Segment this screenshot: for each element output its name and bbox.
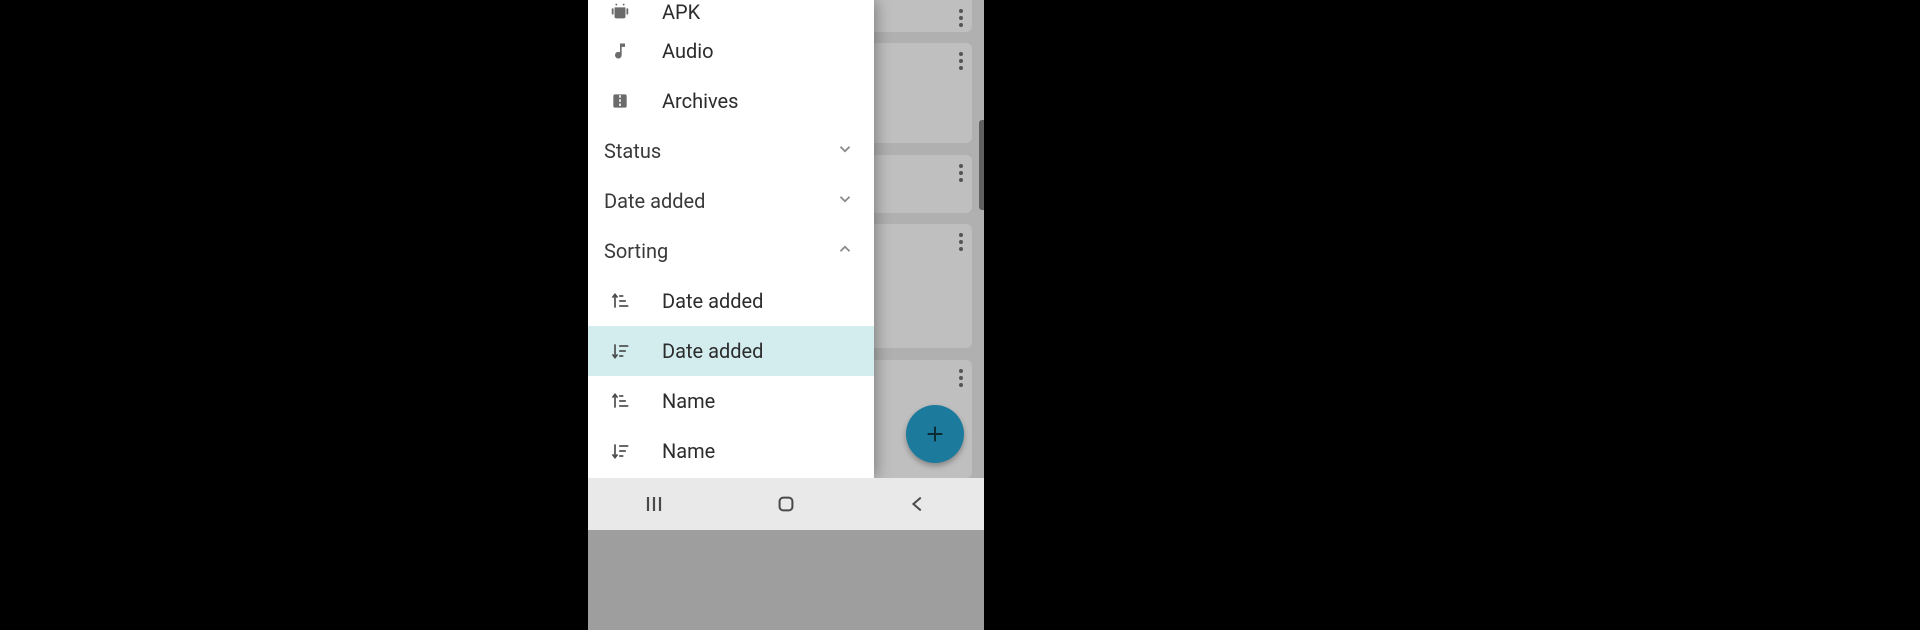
- more-vert-icon[interactable]: [959, 6, 963, 30]
- sort-option-label: Name: [662, 389, 715, 413]
- fab-add-button[interactable]: [906, 405, 964, 463]
- sort-option-label: Name: [662, 439, 715, 463]
- nav-back-button[interactable]: [898, 484, 938, 524]
- back-icon: [907, 493, 929, 515]
- more-vert-icon[interactable]: [959, 161, 963, 185]
- nav-home-button[interactable]: [766, 484, 806, 524]
- more-vert-icon[interactable]: [959, 366, 963, 390]
- archive-icon: [608, 91, 632, 111]
- chevron-up-icon: [836, 240, 854, 262]
- filter-item-archives[interactable]: Archives: [588, 76, 874, 126]
- sort-descending-icon: [608, 441, 632, 461]
- section-sorting[interactable]: Sorting: [588, 226, 874, 276]
- section-status[interactable]: Status: [588, 126, 874, 176]
- filter-item-audio[interactable]: Audio: [588, 26, 874, 76]
- sort-option-date-added-asc[interactable]: Date added: [588, 276, 874, 326]
- filter-item-apk[interactable]: APK: [588, 0, 874, 26]
- home-icon: [775, 493, 797, 515]
- sort-descending-icon: [608, 341, 632, 361]
- section-date-added[interactable]: Date added: [588, 176, 874, 226]
- music-note-icon: [608, 41, 632, 61]
- more-vert-icon[interactable]: [959, 230, 963, 254]
- android-icon: [608, 0, 632, 22]
- filter-label: Archives: [662, 89, 738, 113]
- chevron-down-icon: [836, 140, 854, 162]
- android-nav-bar: [588, 478, 984, 530]
- sort-ascending-icon: [608, 291, 632, 311]
- nav-recents-button[interactable]: [634, 484, 674, 524]
- more-vert-icon[interactable]: [959, 49, 963, 73]
- sort-option-name-asc[interactable]: Name: [588, 376, 874, 426]
- sort-option-label: Date added: [662, 339, 763, 363]
- filter-label: Audio: [662, 39, 714, 63]
- filter-label: APK: [662, 0, 700, 24]
- sort-option-name-desc[interactable]: Name: [588, 426, 874, 476]
- sort-option-label: Date added: [662, 289, 763, 313]
- chevron-down-icon: [836, 190, 854, 212]
- section-label: Sorting: [604, 239, 668, 263]
- section-label: Date added: [604, 189, 705, 213]
- filter-drawer: APK Audio Archives Status: [588, 0, 874, 478]
- scroll-indicator[interactable]: [979, 120, 984, 210]
- phone-frame: .jpg .apk . 6.jpg .jpg: [588, 0, 984, 630]
- plus-icon: [924, 423, 946, 445]
- sort-ascending-icon: [608, 391, 632, 411]
- section-label: Status: [604, 139, 661, 163]
- sort-option-date-added-desc[interactable]: Date added: [588, 326, 874, 376]
- recents-icon: [642, 492, 666, 516]
